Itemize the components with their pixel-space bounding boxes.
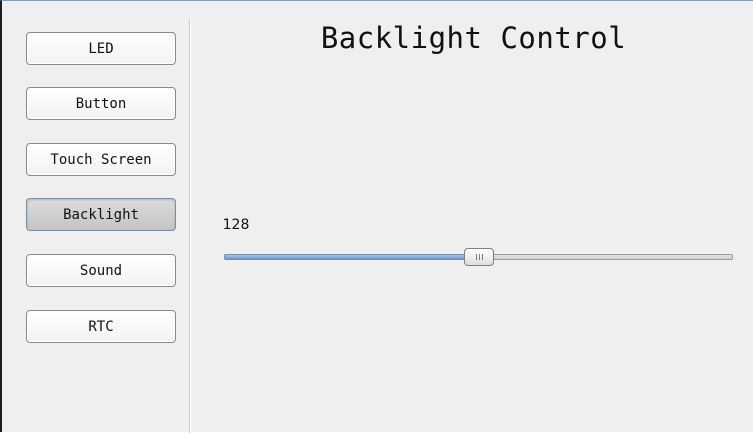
page-title: Backlight Control: [320, 21, 627, 55]
nav-button-backlight[interactable]: Backlight: [26, 198, 176, 231]
slider-thumb[interactable]: [464, 248, 495, 266]
nav-button-touch-screen[interactable]: Touch Screen: [26, 143, 176, 176]
nav-button-rtc[interactable]: RTC: [26, 310, 176, 343]
slider-value-label: 128: [222, 217, 250, 233]
sidebar-divider: [189, 19, 190, 433]
nav-button-sound[interactable]: Sound: [26, 254, 176, 287]
app-window: LED Button Touch Screen Backlight Sound …: [0, 0, 753, 433]
nav-button-button[interactable]: Button: [26, 87, 176, 120]
grip-icon: [475, 254, 483, 260]
backlight-slider[interactable]: [224, 244, 733, 272]
sidebar-nav: LED Button Touch Screen Backlight Sound …: [2, 1, 188, 433]
slider-fill: [224, 254, 480, 260]
nav-button-led[interactable]: LED: [26, 32, 176, 65]
